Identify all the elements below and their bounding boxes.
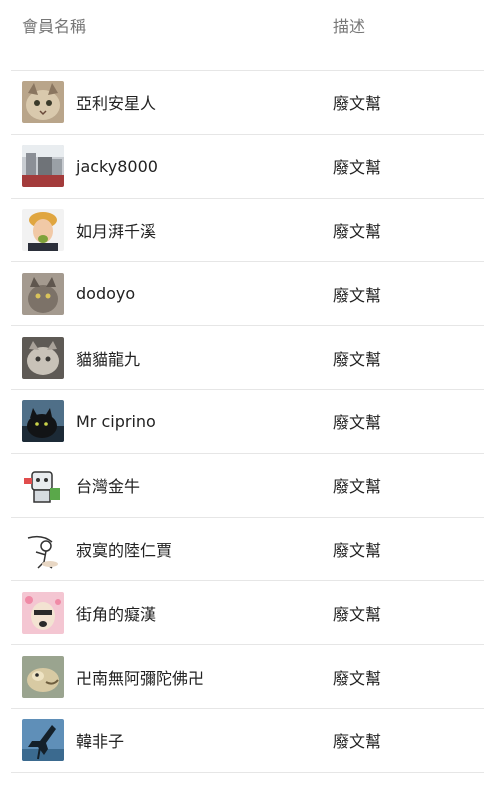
avatar <box>22 719 64 762</box>
table-row[interactable]: 韓非子 廢文幫 <box>11 709 484 773</box>
table-row[interactable]: 亞利安星人 廢文幫 <box>11 71 484 135</box>
member-name: 寂寞的陸仁賈 <box>76 540 173 560</box>
table-row[interactable]: 台灣金牛 廢文幫 <box>11 454 484 518</box>
avatar <box>22 208 64 251</box>
member-description: 廢文幫 <box>333 285 382 305</box>
member-description: 廢文幫 <box>333 477 382 497</box>
member-description: 廢文幫 <box>333 604 382 624</box>
table-header: 會員名稱 描述 <box>11 0 484 71</box>
member-description: 廢文幫 <box>333 221 382 241</box>
table-row[interactable]: 貓貓龍九 廢文幫 <box>11 326 484 390</box>
avatar <box>22 591 64 634</box>
member-description: 廢文幫 <box>333 349 382 369</box>
member-name: 卍南無阿彌陀佛卍 <box>76 668 205 688</box>
avatar <box>22 655 64 698</box>
member-description: 廢文幫 <box>333 413 382 433</box>
table-row[interactable]: Mr ciprino 廢文幫 <box>11 390 484 454</box>
table-row[interactable]: dodoyo 廢文幫 <box>11 262 484 327</box>
member-description: 廢文幫 <box>333 94 382 114</box>
table-row[interactable]: 寂寞的陸仁賈 廢文幫 <box>11 518 484 582</box>
member-name: Mr ciprino <box>76 411 156 431</box>
member-description: 廢文幫 <box>333 158 382 178</box>
avatar <box>22 272 64 315</box>
table-row[interactable]: 街角的癡漢 廢文幫 <box>11 581 484 646</box>
table-row[interactable]: 卍南無阿彌陀佛卍 廢文幫 <box>11 645 484 709</box>
avatar <box>22 336 64 379</box>
avatar <box>22 81 64 124</box>
member-name: 貓貓龍九 <box>76 349 141 369</box>
table-row[interactable]: jacky8000 廢文幫 <box>11 135 484 199</box>
member-name: jacky8000 <box>76 156 158 176</box>
member-name: 韓非子 <box>76 732 125 752</box>
member-name: dodoyo <box>76 284 136 304</box>
member-description: 廢文幫 <box>333 668 382 688</box>
member-name: 台灣金牛 <box>76 477 141 497</box>
member-description: 廢文幫 <box>333 540 382 560</box>
member-table: 會員名稱 描述 亞利安星人 廢文幫 jacky8000 廢文幫 如月湃千溪 廢文… <box>11 0 484 773</box>
header-description: 描述 <box>333 17 366 36</box>
table-row[interactable]: 如月湃千溪 廢文幫 <box>11 199 484 263</box>
member-name: 亞利安星人 <box>76 94 157 114</box>
avatar <box>22 145 64 188</box>
member-name: 街角的癡漢 <box>76 604 157 624</box>
avatar <box>22 464 64 507</box>
member-description: 廢文幫 <box>333 732 382 752</box>
member-name: 如月湃千溪 <box>76 221 157 241</box>
avatar <box>22 527 64 570</box>
header-member-name: 會員名稱 <box>22 17 87 36</box>
avatar <box>22 400 64 443</box>
